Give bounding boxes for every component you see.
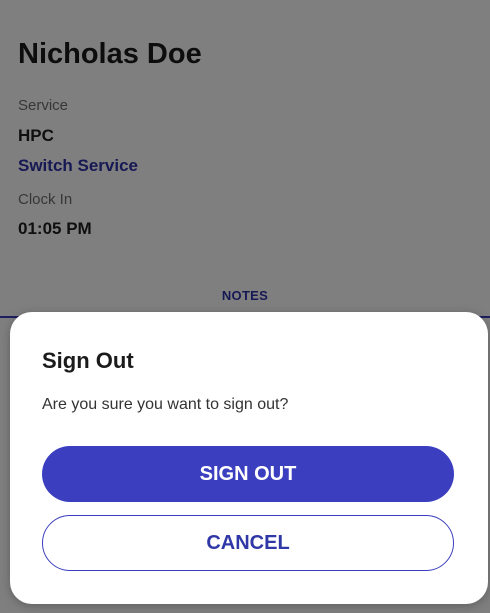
dialog-message: Are you sure you want to sign out? [42, 396, 289, 413]
cancel-button[interactable]: CANCEL [42, 515, 454, 571]
sign-out-dialog: Sign Out Are you sure you want to sign o… [10, 312, 488, 604]
dialog-title: Sign Out [42, 348, 134, 373]
sign-out-button[interactable]: SIGN OUT [42, 446, 454, 502]
